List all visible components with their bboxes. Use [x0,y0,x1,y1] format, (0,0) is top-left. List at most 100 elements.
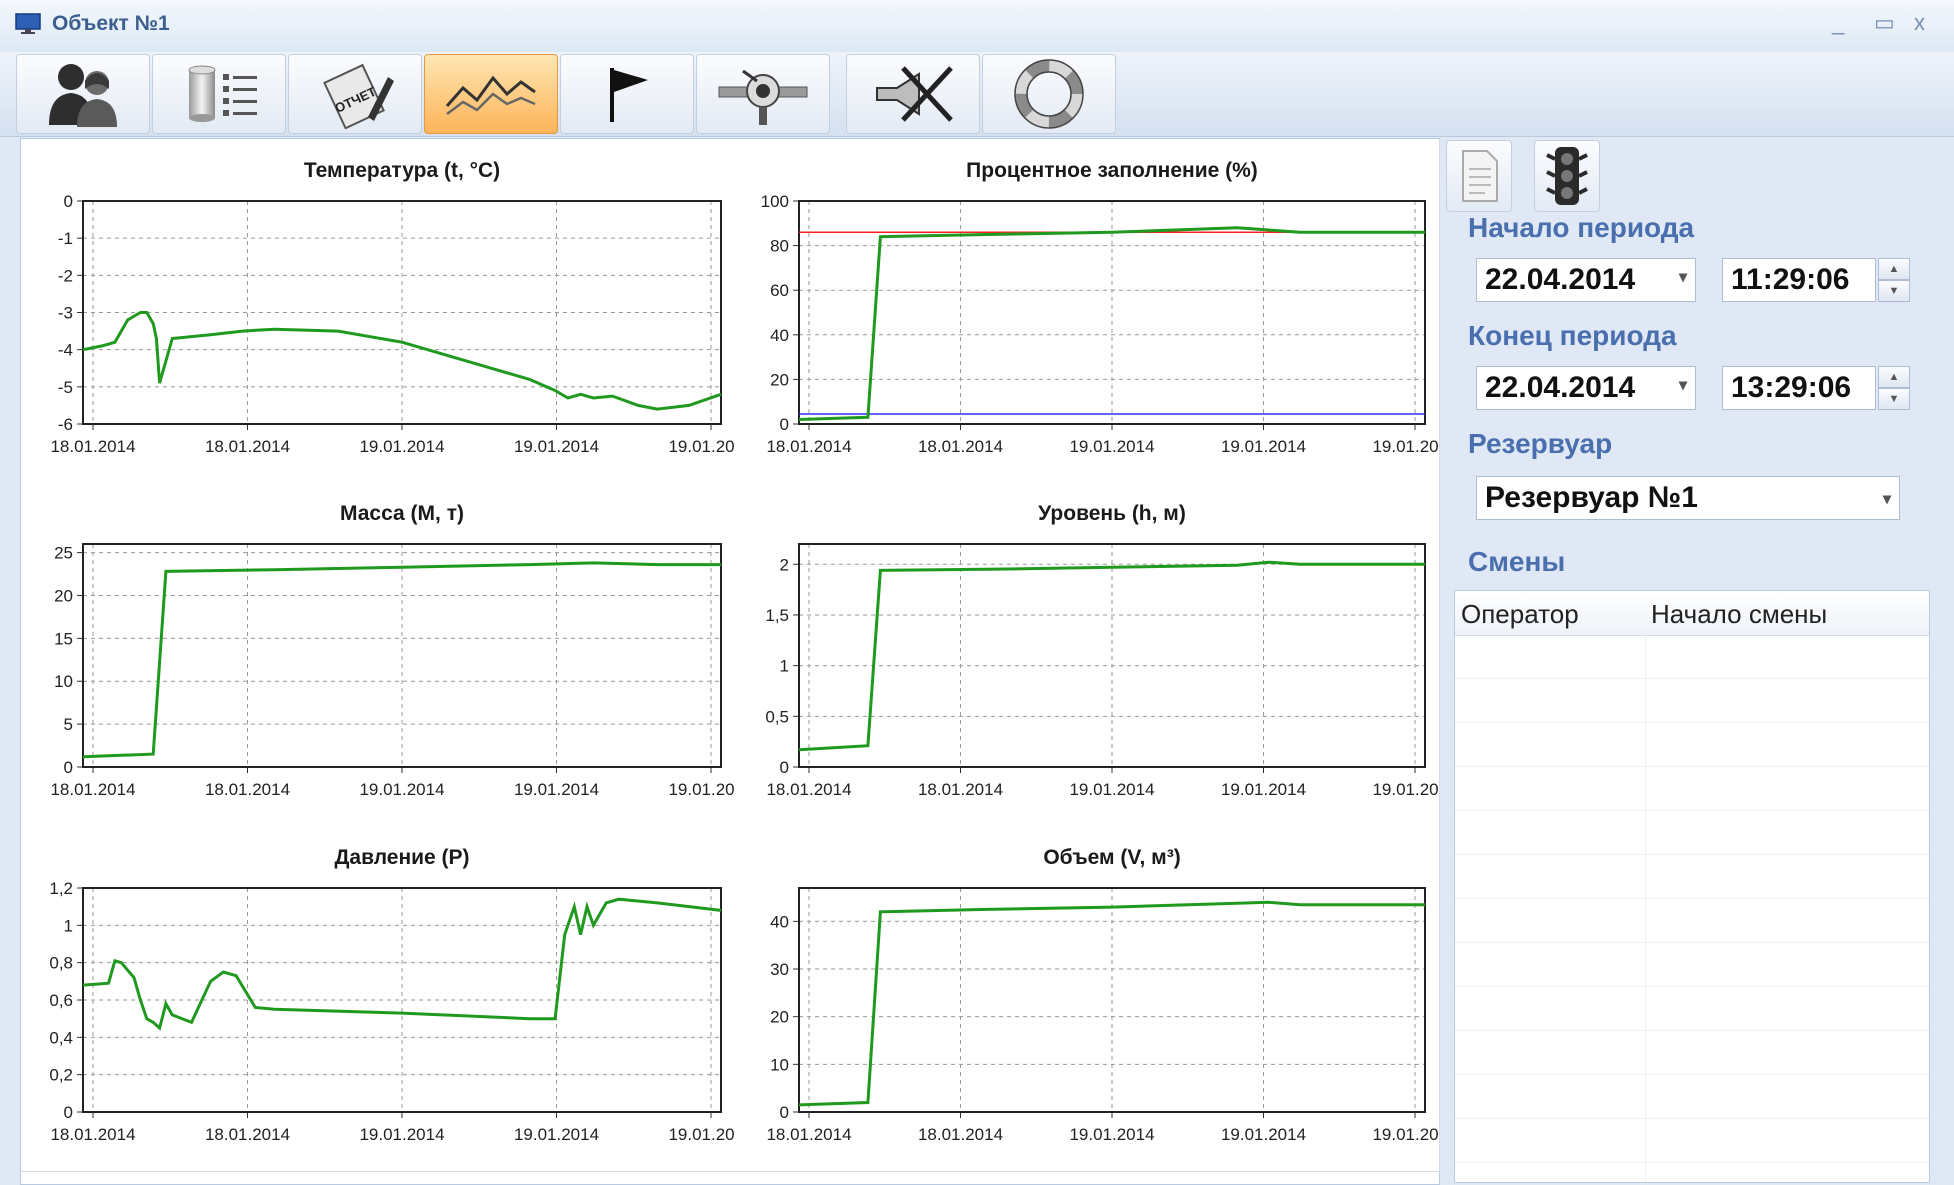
tank-label: Резервуар [1468,428,1613,459]
y-tick-label: 2 [780,555,789,574]
pressure-chart-panel: Давление (P) 1,2 1 0,8 0,6 0,4 0,2 0 18.01.2014 1… [21,826,736,1172]
x-tick-label: 19.01.2014 [668,437,735,456]
y-tick-label: 40 [770,912,789,931]
report-button[interactable]: ОТЧЕТ [288,54,422,134]
x-tick-label: 18.01.2014 [918,780,1003,799]
charts-button[interactable] [424,54,558,134]
start-time-value: 11:29:06 [1731,263,1850,296]
volume-chart-panel: Объем (V, м³) 40 30 20 10 0 18.01.2014 18.01.20… [735,826,1440,1172]
x-tick-label: 18.01.2014 [766,437,851,456]
y-tick-label: 0 [780,758,789,777]
spin-up-icon[interactable]: ▲ [1878,366,1910,388]
chart-title: Давление (P) [334,846,469,869]
chevron-down-icon: ▾ [1882,491,1891,508]
end-time-spinner[interactable]: ▲ ▼ [1878,366,1910,410]
document-icon [1462,150,1498,202]
start-time-input[interactable]: 11:29:06 [1722,258,1876,302]
x-tick-label: 18.01.2014 [50,437,135,456]
chevron-down-icon: ▾ [1678,377,1687,394]
start-date-value: 22.04.2014 [1485,263,1636,296]
spin-down-icon[interactable]: ▼ [1878,388,1910,410]
tank-select[interactable]: Резервуар №1 ▾ [1476,476,1900,520]
y-tick-label: 0 [780,1103,789,1122]
shifts-table-header: Оператор Начало смены [1455,591,1929,636]
y-tick-label: 0,8 [49,954,73,973]
x-tick-label: 18.01.2014 [205,1125,290,1144]
flag-icon [610,68,648,122]
x-tick-label: 19.01.2014 [1372,1125,1439,1144]
monitor-icon [15,13,41,34]
y-tick-label: 0 [64,192,73,211]
table-row[interactable] [1455,1075,1929,1119]
table-row[interactable] [1455,1119,1929,1163]
column-header-shift-start[interactable]: Начало смены [1651,599,1827,630]
help-button[interactable] [982,54,1116,134]
valve-button[interactable] [696,54,830,134]
close-button[interactable]: x [1914,10,1925,36]
period-start-label: Начало периода [1468,212,1695,243]
filter-panel: Начало периода 22.04.2014 ▾ 11:29:06 ▲ ▼… [1446,138,1932,1183]
table-row[interactable] [1455,987,1929,1031]
y-tick-label: 0,4 [49,1028,73,1047]
chart-title: Уровень (h, м) [1038,502,1186,525]
mute-button[interactable] [846,54,980,134]
table-row[interactable] [1455,1031,1929,1075]
maximize-button[interactable]: ▭ [1874,10,1895,36]
end-date-value: 22.04.2014 [1485,371,1636,404]
valve-icon [718,69,808,125]
y-tick-label: -2 [58,266,73,285]
table-row[interactable] [1455,767,1929,811]
x-tick-label: 19.01.2014 [359,437,444,456]
y-tick-label: 0 [780,415,789,434]
table-row[interactable] [1455,635,1929,679]
x-tick-label: 18.01.2014 [205,437,290,456]
charts-icon [445,75,536,115]
chart-title: Масса (M, т) [340,502,464,525]
y-tick-label: 20 [770,1008,789,1027]
level-chart: Уровень (h, м) 2 1,5 1 0,5 0 18.01.2014 18.01.2… [765,502,1439,799]
users-button[interactable] [16,54,150,134]
y-tick-label: 10 [770,1055,789,1074]
chart-title: Температура (t, °C) [304,159,500,182]
table-row[interactable] [1455,723,1929,767]
x-tick-label: 18.01.2014 [50,1125,135,1144]
x-tick-label: 19.01.2014 [668,780,735,799]
end-time-input[interactable]: 13:29:06 [1722,366,1876,410]
export-document-button[interactable] [1446,140,1512,212]
y-tick-label: 0,6 [49,991,73,1010]
start-time-spinner[interactable]: ▲ ▼ [1878,258,1910,302]
x-tick-label: 19.01.2014 [1069,780,1154,799]
status-signal-button[interactable] [1534,140,1600,212]
table-row[interactable] [1455,679,1929,723]
chart-title: Процентное заполнение (%) [966,159,1258,182]
table-row[interactable] [1455,899,1929,943]
lifebuoy-icon [1014,59,1084,129]
tanks-list-button[interactable] [152,54,286,134]
y-tick-label: -6 [58,415,73,434]
volume-chart: Объем (V, м³) 40 30 20 10 0 18.01.2014 18.01.20… [766,846,1439,1144]
y-tick-label: 100 [761,192,789,211]
flag-button[interactable] [560,54,694,134]
y-tick-label: 10 [54,672,73,691]
charts-area: Температура (t, °C) 0 -1 -2 -3 -4 -5 -6 18.01.20… [20,138,1440,1185]
table-row[interactable] [1455,943,1929,987]
pressure-chart: Давление (P) 1,2 1 0,8 0,6 0,4 0,2 0 18.01.2014 1… [49,846,735,1144]
y-tick-label: 5 [64,715,73,734]
x-tick-label: 19.01.2014 [1069,1125,1154,1144]
minimize-button[interactable]: _ [1832,10,1844,36]
end-date-picker[interactable]: 22.04.2014 ▾ [1476,366,1696,410]
mute-icon [876,66,953,122]
report-icon: ОТЧЕТ [323,63,394,129]
window-title: Объект №1 [52,12,170,35]
start-date-picker[interactable]: 22.04.2014 ▾ [1476,258,1696,302]
x-tick-label: 19.01.2014 [1221,1125,1306,1144]
column-header-operator[interactable]: Оператор [1461,599,1579,630]
table-row[interactable] [1455,855,1929,899]
spin-up-icon[interactable]: ▲ [1878,258,1910,280]
main-toolbar: ОТЧЕТ [0,52,1954,137]
table-row[interactable] [1455,811,1929,855]
y-tick-label: 20 [770,370,789,389]
y-tick-label: -4 [58,341,73,360]
mass-chart-panel: Масса (M, т) 25 20 15 10 5 0 18.01.2014 18.01.20… [21,482,736,827]
spin-down-icon[interactable]: ▼ [1878,280,1910,302]
